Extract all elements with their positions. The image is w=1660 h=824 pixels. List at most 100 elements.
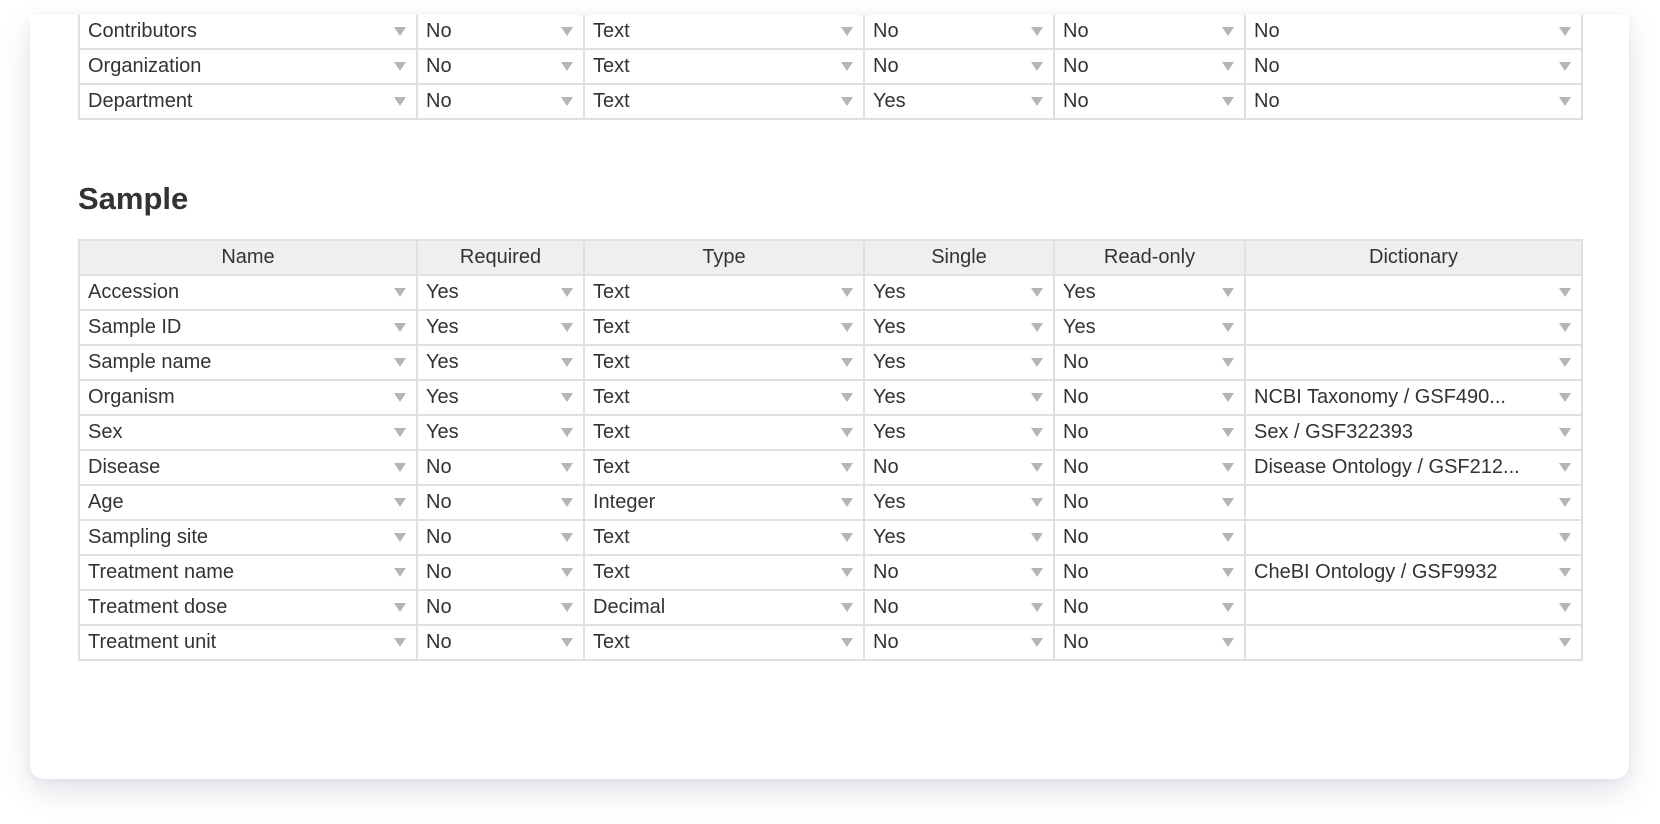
required-dropdown[interactable]: No xyxy=(418,15,583,48)
dropdown-arrow-icon[interactable] xyxy=(1559,603,1571,612)
dropdown-arrow-icon[interactable] xyxy=(394,358,406,367)
dictionary-dropdown[interactable] xyxy=(1246,311,1581,344)
type-dropdown[interactable]: Text xyxy=(585,626,863,659)
dropdown-arrow-icon[interactable] xyxy=(1559,62,1571,71)
name-dropdown[interactable]: Organism xyxy=(80,381,416,414)
single-dropdown[interactable]: Yes xyxy=(865,486,1053,519)
name-dropdown[interactable]: Department xyxy=(80,85,416,118)
dropdown-arrow-icon[interactable] xyxy=(561,638,573,647)
dropdown-arrow-icon[interactable] xyxy=(394,27,406,36)
dropdown-arrow-icon[interactable] xyxy=(561,568,573,577)
dropdown-arrow-icon[interactable] xyxy=(1222,568,1234,577)
required-dropdown[interactable]: No xyxy=(418,486,583,519)
dropdown-arrow-icon[interactable] xyxy=(1031,288,1043,297)
single-dropdown[interactable]: Yes xyxy=(865,521,1053,554)
dropdown-arrow-icon[interactable] xyxy=(561,498,573,507)
dropdown-arrow-icon[interactable] xyxy=(1222,498,1234,507)
required-dropdown[interactable]: Yes xyxy=(418,346,583,379)
dropdown-arrow-icon[interactable] xyxy=(561,97,573,106)
dropdown-arrow-icon[interactable] xyxy=(561,27,573,36)
read-only-dropdown[interactable]: No xyxy=(1055,451,1244,484)
dropdown-arrow-icon[interactable] xyxy=(841,498,853,507)
dropdown-arrow-icon[interactable] xyxy=(841,288,853,297)
dropdown-arrow-icon[interactable] xyxy=(561,428,573,437)
dropdown-arrow-icon[interactable] xyxy=(394,603,406,612)
dictionary-dropdown[interactable]: No xyxy=(1246,85,1581,118)
read-only-dropdown[interactable]: No xyxy=(1055,626,1244,659)
dropdown-arrow-icon[interactable] xyxy=(1031,358,1043,367)
type-dropdown[interactable]: Text xyxy=(585,50,863,83)
dropdown-arrow-icon[interactable] xyxy=(1222,62,1234,71)
dropdown-arrow-icon[interactable] xyxy=(1031,603,1043,612)
dropdown-arrow-icon[interactable] xyxy=(841,323,853,332)
dropdown-arrow-icon[interactable] xyxy=(841,428,853,437)
name-dropdown[interactable]: Accession xyxy=(80,276,416,309)
required-dropdown[interactable]: Yes xyxy=(418,381,583,414)
read-only-dropdown[interactable]: No xyxy=(1055,416,1244,449)
dropdown-arrow-icon[interactable] xyxy=(1031,428,1043,437)
read-only-dropdown[interactable]: No xyxy=(1055,85,1244,118)
single-dropdown[interactable]: No xyxy=(865,50,1053,83)
dropdown-arrow-icon[interactable] xyxy=(1222,638,1234,647)
dropdown-arrow-icon[interactable] xyxy=(1031,498,1043,507)
dropdown-arrow-icon[interactable] xyxy=(1222,603,1234,612)
dictionary-dropdown[interactable] xyxy=(1246,591,1581,624)
dropdown-arrow-icon[interactable] xyxy=(1559,428,1571,437)
name-dropdown[interactable]: Disease xyxy=(80,451,416,484)
read-only-dropdown[interactable]: No xyxy=(1055,50,1244,83)
required-dropdown[interactable]: No xyxy=(418,521,583,554)
name-dropdown[interactable]: Organization xyxy=(80,50,416,83)
name-dropdown[interactable]: Treatment name xyxy=(80,556,416,589)
dictionary-dropdown[interactable]: Sex / GSF322393 xyxy=(1246,416,1581,449)
read-only-dropdown[interactable]: No xyxy=(1055,556,1244,589)
single-dropdown[interactable]: No xyxy=(865,626,1053,659)
dropdown-arrow-icon[interactable] xyxy=(1222,533,1234,542)
dropdown-arrow-icon[interactable] xyxy=(561,288,573,297)
type-dropdown[interactable]: Text xyxy=(585,381,863,414)
dropdown-arrow-icon[interactable] xyxy=(561,62,573,71)
single-dropdown[interactable]: Yes xyxy=(865,311,1053,344)
single-dropdown[interactable]: Yes xyxy=(865,346,1053,379)
required-dropdown[interactable]: No xyxy=(418,591,583,624)
dropdown-arrow-icon[interactable] xyxy=(841,27,853,36)
dropdown-arrow-icon[interactable] xyxy=(1559,568,1571,577)
dropdown-arrow-icon[interactable] xyxy=(1222,288,1234,297)
dropdown-arrow-icon[interactable] xyxy=(394,393,406,402)
dropdown-arrow-icon[interactable] xyxy=(394,62,406,71)
dictionary-dropdown[interactable]: Disease Ontology / GSF212... xyxy=(1246,451,1581,484)
dropdown-arrow-icon[interactable] xyxy=(1031,463,1043,472)
dropdown-arrow-icon[interactable] xyxy=(394,463,406,472)
type-dropdown[interactable]: Text xyxy=(585,311,863,344)
dropdown-arrow-icon[interactable] xyxy=(394,97,406,106)
required-dropdown[interactable]: No xyxy=(418,451,583,484)
single-dropdown[interactable]: Yes xyxy=(865,276,1053,309)
dropdown-arrow-icon[interactable] xyxy=(1222,358,1234,367)
dropdown-arrow-icon[interactable] xyxy=(1222,393,1234,402)
dropdown-arrow-icon[interactable] xyxy=(841,358,853,367)
dropdown-arrow-icon[interactable] xyxy=(1031,568,1043,577)
read-only-dropdown[interactable]: No xyxy=(1055,486,1244,519)
required-dropdown[interactable]: No xyxy=(418,556,583,589)
name-dropdown[interactable]: Sample name xyxy=(80,346,416,379)
dropdown-arrow-icon[interactable] xyxy=(394,568,406,577)
dropdown-arrow-icon[interactable] xyxy=(561,358,573,367)
dropdown-arrow-icon[interactable] xyxy=(841,638,853,647)
dropdown-arrow-icon[interactable] xyxy=(1031,97,1043,106)
dictionary-dropdown[interactable]: No xyxy=(1246,15,1581,48)
type-dropdown[interactable]: Text xyxy=(585,556,863,589)
type-dropdown[interactable]: Text xyxy=(585,416,863,449)
single-dropdown[interactable]: No xyxy=(865,451,1053,484)
type-dropdown[interactable]: Text xyxy=(585,451,863,484)
read-only-dropdown[interactable]: No xyxy=(1055,346,1244,379)
dictionary-dropdown[interactable] xyxy=(1246,486,1581,519)
dropdown-arrow-icon[interactable] xyxy=(1222,463,1234,472)
name-dropdown[interactable]: Sex xyxy=(80,416,416,449)
required-dropdown[interactable]: No xyxy=(418,626,583,659)
dropdown-arrow-icon[interactable] xyxy=(841,97,853,106)
required-dropdown[interactable]: No xyxy=(418,50,583,83)
name-dropdown[interactable]: Sample ID xyxy=(80,311,416,344)
name-dropdown[interactable]: Age xyxy=(80,486,416,519)
dropdown-arrow-icon[interactable] xyxy=(1031,638,1043,647)
required-dropdown[interactable]: No xyxy=(418,85,583,118)
dropdown-arrow-icon[interactable] xyxy=(1031,533,1043,542)
